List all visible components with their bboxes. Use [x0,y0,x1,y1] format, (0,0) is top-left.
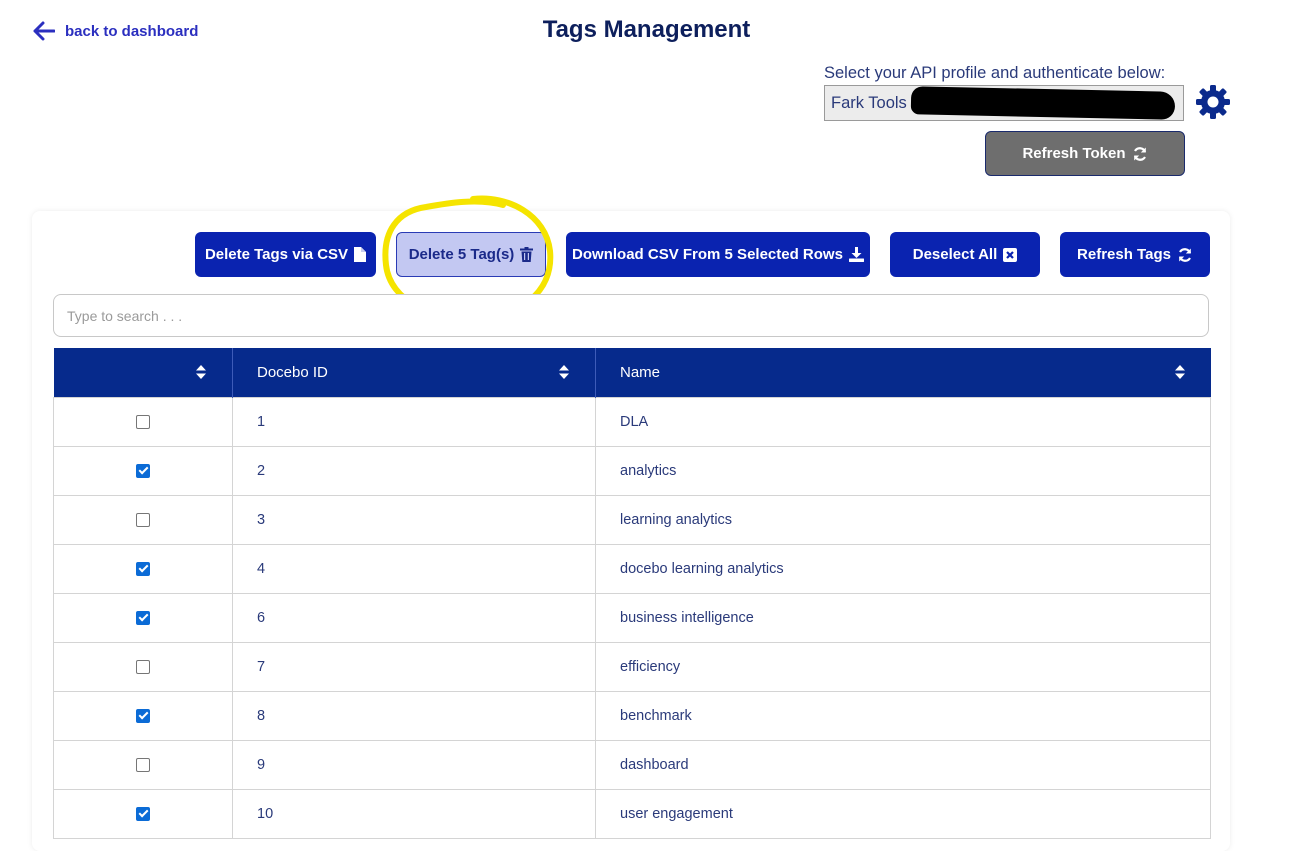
tags-table: Docebo ID Name 1 DLA 2 analytics 3 learning… [53,348,1211,839]
column-header-name[interactable]: Name [595,348,1211,397]
delete-selected-tags-label: Delete 5 Tag(s) [408,246,515,263]
download-csv-button[interactable]: Download CSV From 5 Selected Rows [566,232,870,277]
row-checkbox[interactable] [136,561,150,576]
table-row[interactable]: 1 DLA [53,396,1211,447]
tag-name-cell: business intelligence [595,592,1211,643]
refresh-token-label: Refresh Token [1022,145,1126,162]
delete-selected-tags-button[interactable]: Delete 5 Tag(s) [396,232,546,277]
api-profile-value: Fark Tools [831,93,907,112]
row-checkbox[interactable] [136,463,150,478]
row-checkbox[interactable] [136,512,150,527]
tag-name-cell: dashboard [595,739,1211,790]
download-icon [848,247,864,262]
sync-icon [1133,146,1146,161]
column-header-select[interactable] [53,348,233,397]
docebo-id-cell: 8 [232,690,596,741]
api-profile-label: Select your API profile and authenticate… [824,64,1166,82]
table-row[interactable]: 6 business intelligence [53,592,1211,643]
api-profile-select[interactable]: Fark Tools [824,85,1184,121]
table-row[interactable]: 3 learning analytics [53,494,1211,545]
tag-name-cell: docebo learning analytics [595,543,1211,594]
docebo-id-cell: 9 [232,739,596,790]
row-checkbox[interactable] [136,757,150,772]
refresh-token-button[interactable]: Refresh Token [985,131,1185,176]
gear-icon[interactable] [1195,84,1231,120]
file-icon [354,247,367,262]
docebo-id-cell: 1 [232,396,596,447]
tag-name-cell: efficiency [595,641,1211,692]
tag-name-cell: benchmark [595,690,1211,741]
sort-icon[interactable] [559,365,569,379]
sort-icon[interactable] [1174,365,1185,379]
row-checkbox[interactable] [136,610,150,625]
delete-tags-csv-button[interactable]: Delete Tags via CSV [195,232,376,277]
row-checkbox[interactable] [136,414,150,429]
page-title: Tags Management [542,16,751,43]
table-row[interactable]: 8 benchmark [53,690,1211,741]
tag-name-cell: user engagement [595,788,1211,839]
row-checkbox[interactable] [136,659,150,674]
docebo-id-cell: 2 [232,445,596,496]
download-csv-label: Download CSV From 5 Selected Rows [572,246,843,263]
table-row[interactable]: 9 dashboard [53,739,1211,790]
deselect-all-label: Deselect All [912,246,998,263]
docebo-id-cell: 3 [232,494,596,545]
trash-icon [520,247,534,262]
row-checkbox[interactable] [136,708,150,723]
docebo-id-cell: 10 [232,788,596,839]
search-input[interactable] [53,294,1209,337]
sort-icon[interactable] [196,365,206,379]
refresh-tags-label: Refresh Tags [1077,246,1171,263]
table-row[interactable]: 7 efficiency [53,641,1211,692]
table-header-row: Docebo ID Name [53,348,1211,397]
docebo-id-cell: 6 [232,592,596,643]
tag-name-cell: analytics [595,445,1211,496]
sync-icon [1178,247,1191,262]
row-checkbox[interactable] [136,806,150,821]
table-row[interactable]: 2 analytics [53,445,1211,496]
tag-name-cell: DLA [595,396,1211,447]
docebo-id-cell: 4 [232,543,596,594]
deselect-all-button[interactable]: Deselect All [890,232,1040,277]
column-header-docebo-id[interactable]: Docebo ID [232,348,596,397]
close-box-icon [1003,247,1018,262]
redaction-mark [910,86,1176,120]
docebo-id-cell: 7 [232,641,596,692]
delete-tags-csv-label: Delete Tags via CSV [204,246,349,263]
table-row[interactable]: 10 user engagement [53,788,1211,839]
tag-name-cell: learning analytics [595,494,1211,545]
table-row[interactable]: 4 docebo learning analytics [53,543,1211,594]
refresh-tags-button[interactable]: Refresh Tags [1060,232,1210,277]
